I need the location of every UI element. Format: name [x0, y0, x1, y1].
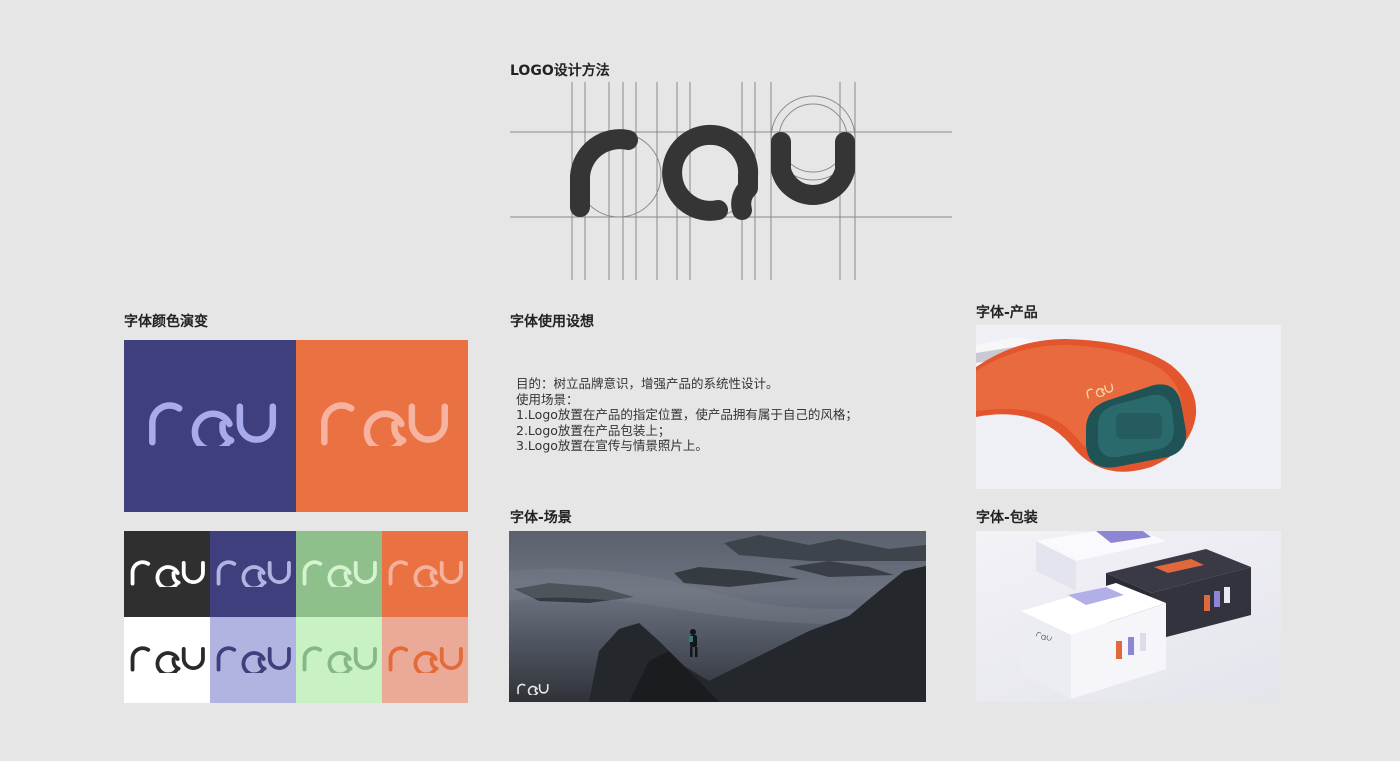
swatch-mint: [296, 617, 382, 703]
color-panel-orange: [296, 340, 468, 512]
swatch-lavender: [210, 617, 296, 703]
ray-logo-icon: [216, 645, 292, 673]
ray-logo-icon: [302, 645, 378, 673]
scene-heading: 字体-场景: [510, 510, 572, 526]
ray-logo-icon: [320, 402, 450, 446]
swatch-green: [296, 531, 382, 617]
ray-logo-icon: [148, 402, 278, 446]
swatch-dark: [124, 531, 210, 617]
description-line: 使用场景：: [516, 391, 579, 407]
packaging-photo: [976, 531, 1281, 702]
ray-logo-icon: [388, 645, 464, 673]
logo-construction-diagram: [510, 82, 952, 280]
color-panel-indigo: [124, 340, 296, 512]
packaging-heading: 字体-包装: [976, 510, 1038, 526]
swatch-indigo: [210, 531, 296, 617]
color-evolution-heading: 字体颜色演变: [124, 314, 208, 330]
description-line: 目的：树立品牌意识，增强产品的系统性设计。: [516, 376, 779, 391]
ray-logo-icon: [130, 645, 206, 673]
description-line: 3.Logo放置在宣传与情景照片上。: [516, 438, 708, 453]
ray-logo-icon: [130, 559, 206, 587]
ray-logo-icon: [216, 559, 292, 587]
usage-idea-heading: 字体使用设想: [510, 314, 594, 330]
swatch-white: [124, 617, 210, 703]
usage-description: 目的：树立品牌意识，增强产品的系统性设计。 使用场景： 1.Logo放置在产品的…: [516, 376, 936, 454]
logo-method-heading: LOGO设计方法: [510, 63, 610, 79]
scene-photo: [509, 531, 926, 702]
description-line: 1.Logo放置在产品的指定位置，使产品拥有属于自己的风格；: [516, 407, 858, 422]
description-line: 2.Logo放置在产品包装上；: [516, 422, 671, 438]
swatch-salmon: [382, 617, 468, 703]
product-heading: 字体-产品: [976, 305, 1038, 321]
ray-logo-icon: [517, 683, 549, 695]
ray-logo-icon: [388, 559, 464, 587]
swatch-orange: [382, 531, 468, 617]
product-photo: [976, 325, 1281, 489]
ray-logo-icon: [302, 559, 378, 587]
